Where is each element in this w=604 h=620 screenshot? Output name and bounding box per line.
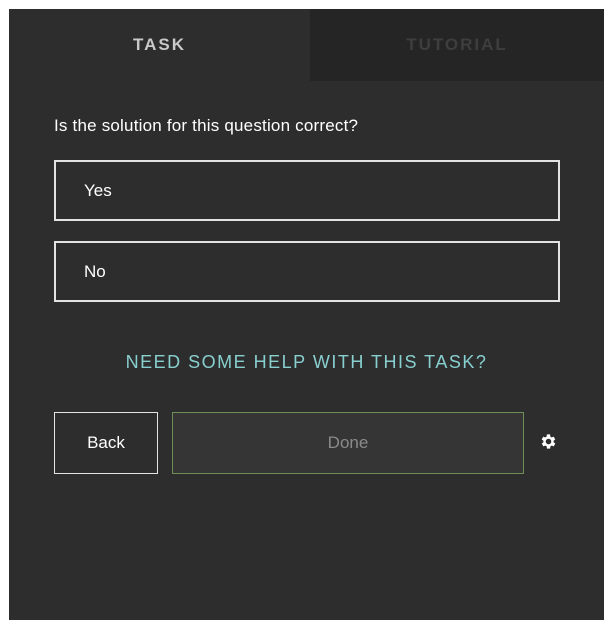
done-button-label: Done — [327, 433, 369, 452]
task-panel: TASK TUTORIAL Is the solution for this q… — [9, 9, 604, 620]
tab-bar: TASK TUTORIAL — [9, 9, 604, 81]
question-text: Is the solution for this question correc… — [54, 116, 359, 135]
back-button-label: Back — [87, 433, 125, 452]
answer-no-button[interactable]: No — [54, 241, 560, 302]
done-button[interactable]: Done — [172, 412, 524, 474]
help-link[interactable]: NEED SOME HELP WITH THIS TASK? — [9, 352, 604, 373]
back-button[interactable]: Back — [54, 412, 158, 474]
gear-icon[interactable] — [539, 432, 558, 451]
tab-task[interactable]: TASK — [9, 9, 310, 81]
answer-yes-label: Yes — [84, 180, 112, 200]
answer-no-label: No — [84, 261, 106, 281]
answer-yes-button[interactable]: Yes — [54, 160, 560, 221]
tab-tutorial[interactable]: TUTORIAL — [310, 9, 604, 81]
